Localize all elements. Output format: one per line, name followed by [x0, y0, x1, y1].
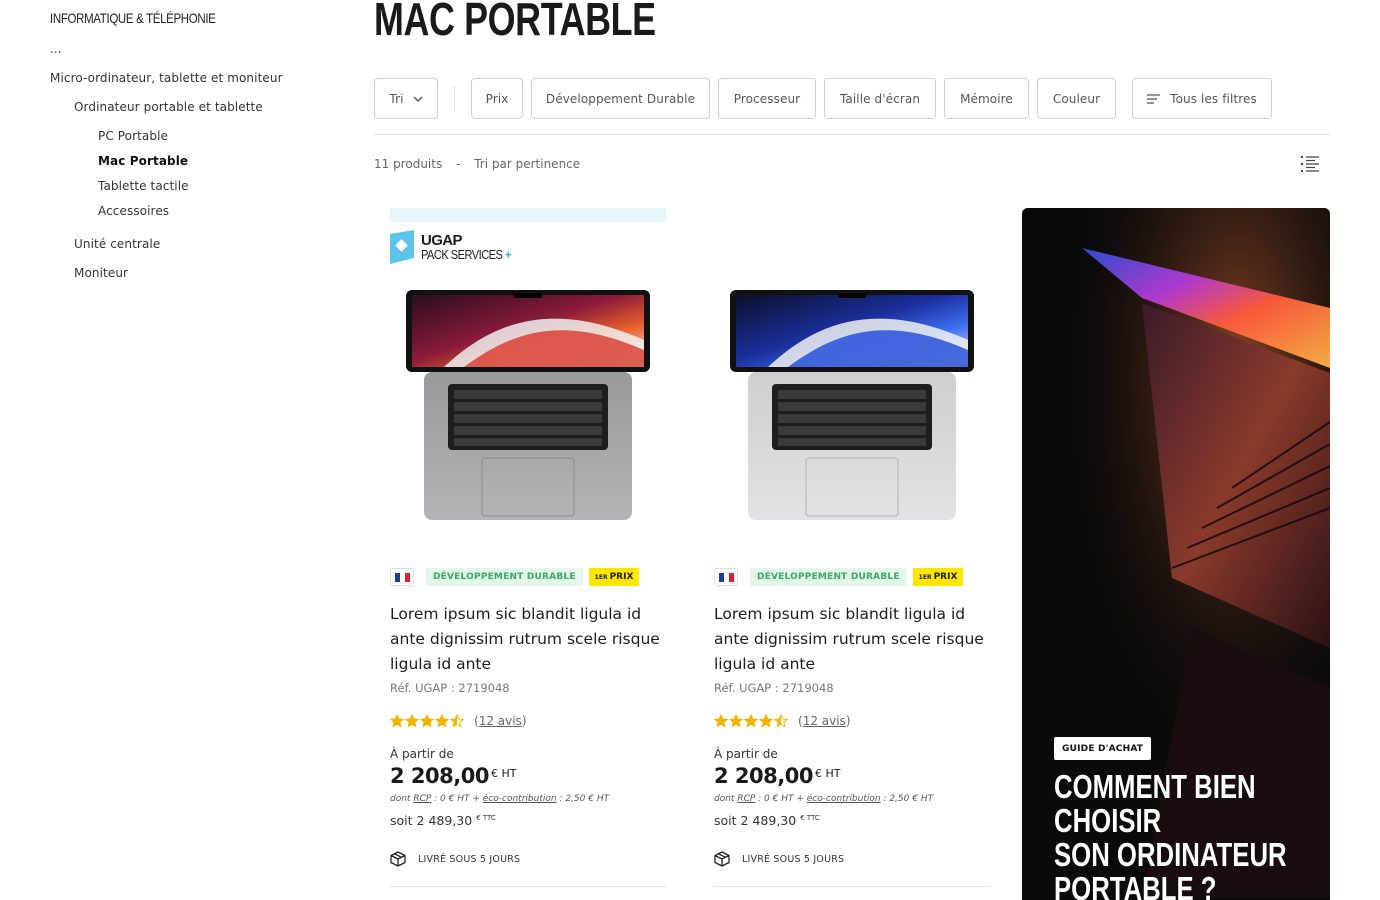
- star-icon: [759, 714, 773, 728]
- star-icon: [405, 714, 419, 728]
- sidebar-item-unite-centrale[interactable]: Unité centrale: [74, 237, 160, 251]
- product-card[interactable]: UGAP PACK SERVICES + DÉVELOPPEMENT DURAB…: [390, 208, 668, 900]
- sidebar-item-tablette-tactile[interactable]: Tablette tactile: [98, 179, 189, 193]
- package-icon: [714, 851, 730, 867]
- filter-memoire[interactable]: Mémoire: [944, 78, 1029, 119]
- developpement-durable-badge: DÉVELOPPEMENT DURABLE: [426, 568, 583, 586]
- promo-title[interactable]: COMMENT BIEN CHOISIR SON ORDINATEUR PORT…: [1054, 770, 1288, 900]
- france-flag-icon: [714, 568, 738, 586]
- price-breakdown: dont RCP : 0 € HT + éco-contribution : 2…: [390, 794, 610, 804]
- eco-contribution-link[interactable]: éco-contribution: [807, 794, 881, 804]
- product-price: 2 208,00 € HT: [714, 764, 840, 788]
- star-icon: [714, 714, 728, 728]
- price-ttc: soit 2 489,30 € TTC: [714, 813, 820, 828]
- pack-services-label: PACK SERVICES: [421, 247, 503, 262]
- product-badges: DÉVELOPPEMENT DURABLE 1ER PRIX: [390, 568, 640, 586]
- reviews-link[interactable]: 12 avis: [803, 714, 846, 728]
- product-title[interactable]: Lorem ipsum sic blandit ligula id ante d…: [714, 602, 992, 677]
- card-divider: [714, 886, 990, 887]
- rcp-link[interactable]: RCP: [737, 794, 755, 804]
- results-count: 11 produits: [374, 157, 443, 171]
- product-price: 2 208,00 € HT: [390, 764, 516, 788]
- guide-achat-tag: GUIDE D'ACHAT: [1054, 737, 1152, 760]
- filter-processeur[interactable]: Processeur: [718, 78, 816, 119]
- macbook-product-image[interactable]: [728, 290, 976, 522]
- premier-prix-badge: 1ER PRIX: [588, 568, 640, 586]
- filter-divider-line: [374, 134, 1330, 135]
- star-icon: [420, 714, 434, 728]
- price-unit: € HT: [814, 767, 841, 780]
- price-ttc: soit 2 489,30 € TTC: [390, 813, 496, 828]
- ugap-pack-services-logo: UGAP PACK SERVICES +: [390, 230, 527, 264]
- price-amount: 2 208,00: [714, 764, 813, 788]
- product-title[interactable]: Lorem ipsum sic blandit ligula id ante d…: [390, 602, 668, 677]
- star-icon: [450, 714, 464, 728]
- reviews-count[interactable]: (12 avis): [798, 714, 851, 728]
- sidebar-category-title[interactable]: INFORMATIQUE & TÉLÉPHONIE: [50, 10, 216, 26]
- sidebar-item-ordinateur-portable[interactable]: Ordinateur portable et tablette: [74, 100, 263, 114]
- package-icon: [390, 851, 406, 867]
- filter-taille-ecran[interactable]: Taille d'écran: [824, 78, 936, 119]
- all-filters-label: Tous les filtres: [1170, 91, 1257, 106]
- delivery-info: LIVRÉ SOUS 5 JOURS: [390, 851, 520, 867]
- star-icon: [744, 714, 758, 728]
- filter-couleur[interactable]: Couleur: [1037, 78, 1116, 119]
- eco-contribution-link[interactable]: éco-contribution: [483, 794, 557, 804]
- ugap-label: UGAP: [421, 232, 463, 249]
- results-separator: -: [456, 157, 461, 171]
- star-rating: [390, 714, 464, 728]
- buying-guide-promo[interactable]: GUIDE D'ACHAT COMMENT BIEN CHOISIR SON O…: [1022, 208, 1330, 900]
- filter-divider: [454, 86, 455, 111]
- star-icon: [435, 714, 449, 728]
- plus-icon: +: [504, 247, 511, 262]
- sidebar-item-moniteur[interactable]: Moniteur: [74, 266, 128, 280]
- page-title: MAC PORTABLE: [374, 0, 656, 45]
- price-from-label: À partir de: [390, 747, 454, 761]
- sidebar-item-pc-portable[interactable]: PC Portable: [98, 129, 168, 143]
- star-icon: [390, 714, 404, 728]
- sidebar-item-mac-portable[interactable]: Mac Portable: [98, 154, 188, 168]
- product-card[interactable]: DÉVELOPPEMENT DURABLE 1ER PRIX Lorem ipsu…: [714, 208, 992, 900]
- macbook-product-image[interactable]: [404, 290, 652, 522]
- results-sort-text: Tri par pertinence: [474, 157, 581, 171]
- delivery-info: LIVRÉ SOUS 5 JOURS: [714, 851, 844, 867]
- price-from-label: À partir de: [714, 747, 778, 761]
- product-reference: Réf. UGAP : 2719048: [714, 681, 834, 695]
- developpement-durable-badge: DÉVELOPPEMENT DURABLE: [750, 568, 907, 586]
- product-rating: (12 avis): [714, 713, 851, 729]
- product-reference: Réf. UGAP : 2719048: [390, 681, 510, 695]
- reviews-link[interactable]: 12 avis: [479, 714, 522, 728]
- card-divider: [390, 886, 666, 887]
- filter-lines-icon: [1147, 93, 1161, 104]
- list-view-icon[interactable]: [1300, 155, 1320, 173]
- chevron-down-icon: [413, 96, 423, 102]
- sort-dropdown[interactable]: Tri: [374, 78, 438, 119]
- star-icon: [774, 714, 788, 728]
- sidebar-item-micro-ordinateur[interactable]: Micro-ordinateur, tablette et moniteur: [50, 71, 283, 85]
- product-badges: DÉVELOPPEMENT DURABLE 1ER PRIX: [714, 568, 964, 586]
- ugap-cube-icon: [390, 230, 414, 264]
- reviews-count[interactable]: (12 avis): [474, 714, 527, 728]
- results-summary: 11 produits - Tri par pertinence: [374, 157, 580, 171]
- rcp-link[interactable]: RCP: [413, 794, 431, 804]
- filter-developpement-durable[interactable]: Développement Durable: [531, 78, 710, 119]
- star-rating: [714, 714, 788, 728]
- price-unit: € HT: [490, 767, 517, 780]
- product-rating: (12 avis): [390, 713, 527, 729]
- sort-label: Tri: [389, 91, 404, 106]
- price-breakdown: dont RCP : 0 € HT + éco-contribution : 2…: [714, 794, 934, 804]
- sidebar-item-accessoires[interactable]: Accessoires: [98, 204, 169, 218]
- ugap-banner-bar: [390, 208, 666, 222]
- france-flag-icon: [390, 568, 414, 586]
- price-amount: 2 208,00: [390, 764, 489, 788]
- all-filters-button[interactable]: Tous les filtres: [1132, 78, 1272, 119]
- star-icon: [729, 714, 743, 728]
- sidebar-ellipsis[interactable]: ...: [50, 42, 61, 56]
- premier-prix-badge: 1ER PRIX: [912, 568, 964, 586]
- filter-prix[interactable]: Prix: [471, 78, 523, 119]
